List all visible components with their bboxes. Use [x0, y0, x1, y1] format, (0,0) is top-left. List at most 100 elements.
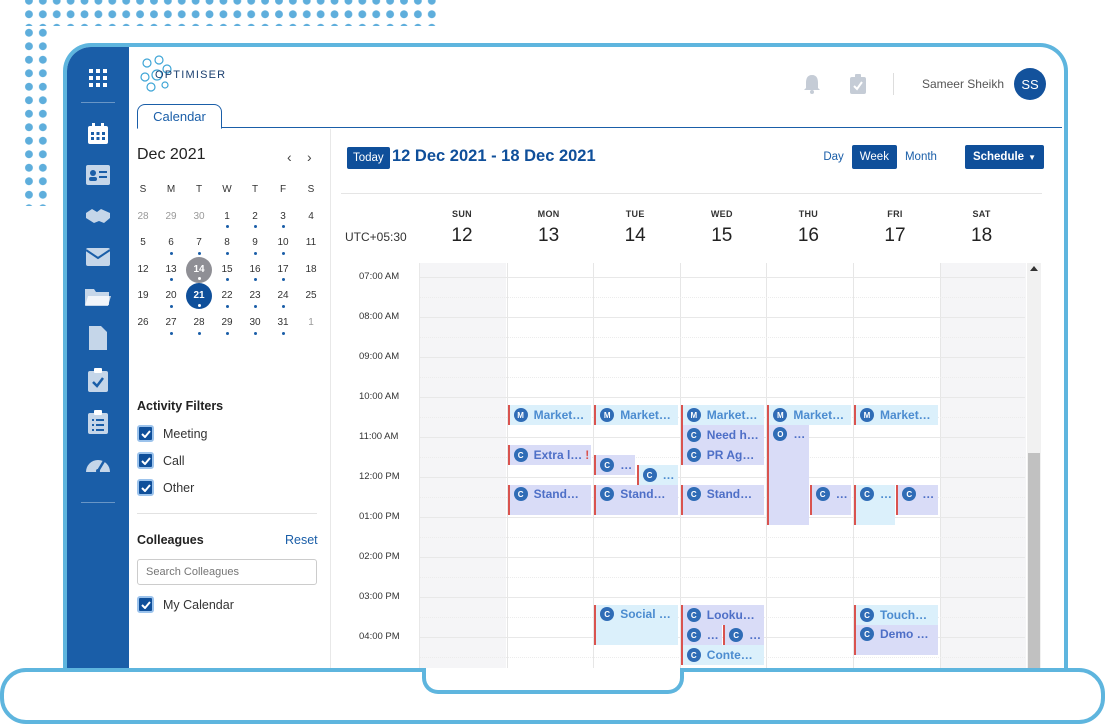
reset-link[interactable]: Reset — [285, 533, 318, 547]
day-header[interactable]: SUN 12 — [419, 209, 505, 247]
mini-calendar-prev-button[interactable]: ‹ — [287, 149, 292, 165]
day-header[interactable]: THU 16 — [765, 209, 851, 247]
calendar-event[interactable]: M Market… — [767, 405, 851, 425]
mini-calendar-day[interactable]: 10 — [269, 230, 297, 257]
clipboard-check-icon[interactable] — [85, 367, 111, 393]
view-month-button[interactable]: Month — [897, 145, 945, 169]
mini-calendar-day[interactable]: 6 — [157, 230, 185, 257]
mini-calendar-day[interactable]: 25 — [297, 283, 325, 310]
mini-calendar-day[interactable]: 20 — [157, 283, 185, 310]
mini-calendar-day[interactable]: 22 — [213, 283, 241, 310]
mini-calendar-day[interactable]: 27 — [157, 310, 185, 337]
today-button[interactable]: Today — [347, 147, 390, 169]
calendar-event[interactable]: C Stand… — [507, 485, 592, 515]
calendar-event[interactable]: M Market… — [854, 405, 938, 425]
mini-calendar-day[interactable]: 13 — [157, 257, 185, 284]
bell-icon[interactable] — [801, 73, 823, 95]
mini-calendar-day[interactable]: 28 — [129, 204, 157, 231]
filter-other[interactable]: Other — [137, 479, 194, 496]
mini-calendar-day[interactable]: 15 — [213, 257, 241, 284]
mini-calendar-day[interactable]: 8 — [213, 230, 241, 257]
mini-calendar-day[interactable]: 24 — [269, 283, 297, 310]
calendar-event[interactable]: C Social … — [594, 605, 678, 645]
calendar-event[interactable]: C Stand… — [594, 485, 678, 515]
checkbox-checked-icon[interactable] — [137, 452, 154, 469]
mini-calendar-day[interactable]: 21 — [185, 283, 213, 310]
day-header[interactable]: WED 15 — [679, 209, 765, 247]
mini-calendar-day[interactable]: 19 — [129, 283, 157, 310]
checkbox-checked-icon[interactable] — [137, 479, 154, 496]
week-grid[interactable]: M Market… M Market… M Market… M Market… M Market…… — [419, 263, 1026, 693]
mini-calendar-day[interactable]: 30 — [241, 310, 269, 337]
mini-calendar-day[interactable]: 9 — [241, 230, 269, 257]
day-header[interactable]: MON 13 — [506, 209, 592, 247]
filter-call[interactable]: Call — [137, 452, 185, 469]
schedule-dropdown-button[interactable]: Schedule ▼ — [964, 145, 1044, 169]
mini-calendar-day[interactable]: 26 — [129, 310, 157, 337]
mini-calendar-day[interactable]: 30 — [185, 204, 213, 231]
day-header[interactable]: TUE 14 — [592, 209, 678, 247]
mini-calendar-day[interactable]: 2 — [241, 204, 269, 231]
calendar-event[interactable]: C… — [680, 625, 723, 645]
clipboard-list-icon[interactable] — [85, 409, 111, 435]
user-name[interactable]: Sameer Sheikh — [922, 77, 1004, 91]
tab-calendar[interactable]: Calendar — [137, 104, 222, 129]
apps-grid-icon[interactable] — [85, 65, 111, 91]
calendar-event[interactable]: C Conte… — [680, 645, 765, 665]
dashboard-gauge-icon[interactable] — [85, 450, 111, 476]
calendar-event[interactable]: C Need h… — [680, 425, 765, 445]
calendar-event[interactable]: C Stand… — [680, 485, 765, 515]
calendar-event[interactable]: C Touch… — [854, 605, 938, 625]
contact-card-icon[interactable] — [85, 162, 111, 188]
mini-calendar-day[interactable]: 23 — [241, 283, 269, 310]
calendar-event[interactable]: C… — [723, 625, 765, 645]
calendar-event[interactable]: C… — [809, 485, 851, 515]
vertical-scrollbar[interactable] — [1027, 263, 1041, 693]
mini-calendar-day[interactable]: 12 — [129, 257, 157, 284]
mini-calendar-day[interactable]: 18 — [297, 257, 325, 284]
mini-calendar-day[interactable]: 4 — [297, 204, 325, 231]
mini-calendar-next-button[interactable]: › — [307, 149, 312, 165]
calendar-event[interactable]: C PR Ag… — [680, 445, 765, 465]
mini-calendar-day[interactable]: 7 — [185, 230, 213, 257]
calendar-event[interactable]: M Market… — [594, 405, 678, 425]
calendar-event[interactable]: C Extra l…! — [507, 445, 592, 465]
calendar-event[interactable]: C… — [896, 485, 938, 515]
calendar-event[interactable]: C… — [636, 465, 678, 485]
mini-calendar-day[interactable]: 17 — [269, 257, 297, 284]
my-calendar-toggle[interactable]: My Calendar — [137, 596, 234, 613]
mini-calendar-day[interactable]: 29 — [157, 204, 185, 231]
calendar-event[interactable]: C… — [854, 485, 896, 525]
calendar-event[interactable]: M Market… — [507, 405, 592, 425]
view-day-button[interactable]: Day — [815, 145, 851, 169]
mini-calendar-day[interactable]: 3 — [269, 204, 297, 231]
calendar-event[interactable]: C Looku… — [680, 605, 765, 625]
day-header[interactable]: SAT 18 — [939, 209, 1025, 247]
mini-calendar-day[interactable]: 5 — [129, 230, 157, 257]
scroll-up-arrow-icon[interactable] — [1030, 266, 1038, 271]
scrollbar-thumb[interactable] — [1028, 453, 1040, 693]
handshake-icon[interactable] — [85, 203, 111, 229]
checkbox-checked-icon[interactable] — [137, 596, 154, 613]
calendar-event[interactable]: O… — [767, 425, 809, 525]
search-colleagues-input[interactable] — [137, 559, 317, 585]
day-header[interactable]: FRI 17 — [852, 209, 938, 247]
mail-icon[interactable] — [85, 244, 111, 270]
checkbox-checked-icon[interactable] — [137, 425, 154, 442]
folder-icon[interactable] — [85, 284, 111, 310]
calendar-event[interactable]: C Demo … — [854, 625, 938, 655]
document-icon[interactable] — [85, 325, 111, 351]
mini-calendar-day[interactable]: 29 — [213, 310, 241, 337]
view-week-button[interactable]: Week — [851, 145, 897, 169]
filter-meeting[interactable]: Meeting — [137, 425, 207, 442]
mini-calendar-day[interactable]: 1 — [213, 204, 241, 231]
user-avatar[interactable]: SS — [1014, 68, 1046, 100]
mini-calendar-day[interactable]: 1 — [297, 310, 325, 337]
mini-calendar-day[interactable]: 16 — [241, 257, 269, 284]
tasks-clipboard-icon[interactable] — [847, 73, 869, 95]
calendar-event[interactable]: C… — [594, 455, 636, 475]
mini-calendar-day[interactable]: 28 — [185, 310, 213, 337]
calendar-icon[interactable] — [85, 121, 111, 147]
calendar-event[interactable]: M Market… — [680, 405, 765, 425]
mini-calendar-day[interactable]: 14 — [185, 256, 213, 284]
